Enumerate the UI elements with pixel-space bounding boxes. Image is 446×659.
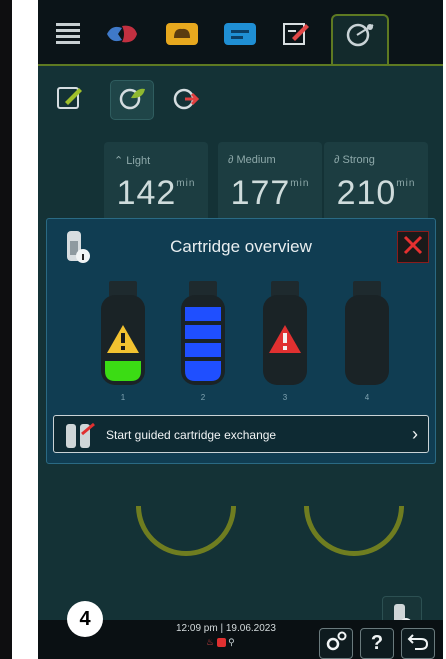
slot-number: 2 [200, 393, 206, 402]
exchange-label: Start guided cartridge exchange [106, 428, 277, 442]
help-icon: ? [370, 632, 384, 654]
cartridge-slot-2[interactable] [181, 281, 225, 385]
smoke-arrow-icon [171, 83, 201, 118]
intensity-card-light[interactable]: ⌃ Light 142min [104, 142, 208, 222]
bakery-icon[interactable] [164, 18, 200, 50]
dialog-title: Cartridge overview [170, 237, 312, 256]
side-dish-icon[interactable] [222, 18, 258, 50]
subtab-smoke-program[interactable] [164, 80, 208, 120]
cartridge-slot-3[interactable] [263, 281, 307, 385]
slot-number: 1 [120, 393, 126, 402]
dial-ring-right [304, 506, 404, 556]
p-status-icon [216, 638, 226, 648]
close-button[interactable] [397, 231, 429, 263]
back-arrow-icon [407, 631, 429, 657]
cartridge-overview-dialog: Cartridge overview 1 2 3 4 Start guided … [46, 218, 436, 464]
subtab-edit[interactable] [48, 80, 92, 120]
intensity-label: ⌃ Light [114, 155, 151, 167]
cartridge-slot-1[interactable] [101, 281, 145, 385]
slot-number: 3 [282, 393, 288, 402]
oven-screen: ⌃ Light 142min ∂ Medium 177min ∂ Strong … [38, 0, 443, 659]
menu-lines-icon[interactable] [50, 18, 86, 50]
chevron-right-icon: › [412, 424, 418, 444]
help-button[interactable]: ? [360, 628, 394, 659]
intensity-label: ∂ Strong [334, 154, 375, 166]
start-cartridge-exchange-button[interactable]: Start guided cartridge exchange › [53, 415, 429, 453]
meat-fish-icon[interactable] [104, 18, 140, 50]
intensity-value: 210min [336, 174, 416, 212]
settings-gears-icon [324, 630, 348, 658]
top-navigation [38, 0, 443, 66]
intensity-value: 142min [116, 174, 196, 212]
close-icon [403, 235, 423, 260]
back-button[interactable] [401, 628, 435, 659]
intensity-card-medium[interactable]: ∂ Medium 177min [218, 142, 322, 222]
dial-ring-left [136, 506, 236, 556]
edit-notes-icon[interactable] [278, 18, 314, 50]
cartridge-slot-4[interactable] [345, 281, 389, 385]
intensity-card-strong[interactable]: ∂ Strong 210min [324, 142, 428, 222]
dialog-header: Cartridge overview [47, 219, 435, 277]
alert-status-icon: ♨ [206, 637, 215, 647]
slot-number: 4 [364, 393, 370, 402]
edit-program-icon [55, 83, 85, 118]
date-time: 12:09 pm | 19.06.2023 [176, 623, 276, 634]
smoke-leaf-icon [117, 83, 147, 118]
cartridge-exchange-icon [64, 420, 96, 455]
intensity-label: ∂ Medium [228, 154, 276, 166]
settings-button[interactable] [319, 628, 353, 659]
status-icons: ♨ ⚲ [206, 637, 235, 648]
intensity-value: 177min [230, 174, 310, 212]
smoker-icon[interactable] [342, 18, 378, 50]
step-number-badge: 4 [67, 601, 103, 637]
usb-status-icon: ⚲ [228, 637, 235, 647]
left-edge-bar [0, 0, 12, 659]
subtab-smoke[interactable] [110, 80, 154, 120]
